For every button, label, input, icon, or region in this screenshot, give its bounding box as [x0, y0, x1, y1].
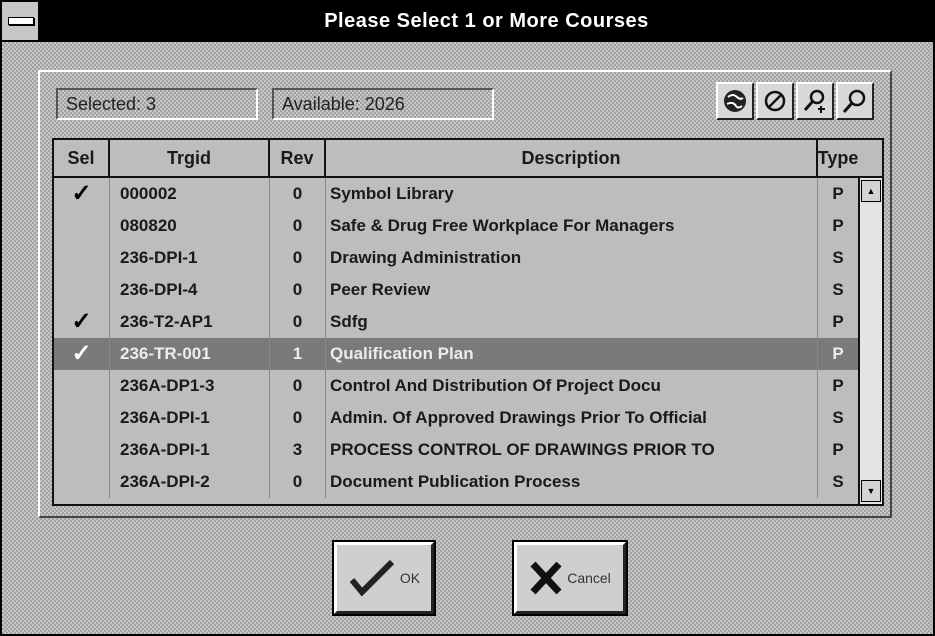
checkmark-icon: ✓ — [71, 180, 92, 207]
description-cell: Symbol Library — [326, 178, 818, 210]
table-row[interactable]: ✓ 236-TR-001 1 Qualification Plan P — [54, 338, 882, 370]
column-header-sel[interactable]: Sel — [54, 140, 110, 176]
description-cell: Drawing Administration — [326, 242, 818, 274]
vertical-scrollbar[interactable]: ▲ ▼ — [858, 178, 882, 504]
rev-cell: 0 — [270, 306, 326, 338]
trgid-cell: 236A-DPI-1 — [110, 402, 270, 434]
checkmark-icon: ✓ — [71, 340, 92, 367]
arrow-up-icon: ▲ — [866, 186, 876, 196]
type-cell: P — [832, 440, 844, 459]
cancel-button[interactable]: Cancel — [512, 540, 628, 616]
trgid-cell: 236-DPI-4 — [110, 274, 270, 306]
row-select-checkbox[interactable] — [54, 242, 110, 274]
row-select-checkbox[interactable]: ✓ — [54, 338, 110, 370]
cancel-x-icon — [530, 561, 562, 595]
globe-icon — [724, 90, 746, 112]
type-cell: P — [832, 376, 844, 395]
search-next-button[interactable] — [836, 82, 874, 120]
rev-cell: 0 — [270, 402, 326, 434]
type-cell: P — [832, 216, 844, 235]
rev-cell: 0 — [270, 370, 326, 402]
row-select-checkbox[interactable] — [54, 402, 110, 434]
row-select-checkbox[interactable] — [54, 370, 110, 402]
column-header-type[interactable]: Type — [818, 140, 858, 176]
trgid-cell: 236A-DPI-2 — [110, 466, 270, 498]
magnifier-plus-icon — [803, 89, 825, 113]
type-cell: S — [832, 280, 844, 299]
description-cell: Qualification Plan — [326, 338, 818, 370]
scroll-up-button[interactable]: ▲ — [861, 180, 881, 202]
type-cell: P — [832, 344, 844, 363]
search-button[interactable] — [796, 82, 834, 120]
rev-cell: 0 — [270, 178, 326, 210]
rev-cell: 0 — [270, 274, 326, 306]
table-row[interactable]: 236A-DP1-3 0 Control And Distribution Of P… — [54, 370, 882, 402]
course-grid: Sel Trgid Rev Description Type ✓ 000002 0 S… — [52, 138, 884, 506]
type-cell: S — [832, 408, 844, 427]
clear-selection-button[interactable] — [756, 82, 794, 120]
trgid-cell: 000002 — [110, 178, 270, 210]
selected-count: Selected: 3 — [56, 88, 258, 120]
select-all-button[interactable] — [716, 82, 754, 120]
magnifier-icon — [842, 89, 866, 113]
table-row[interactable]: 236A-DPI-1 0 Admin. Of Approved Drawings P… — [54, 402, 882, 434]
row-select-checkbox[interactable] — [54, 434, 110, 466]
row-select-checkbox[interactable] — [54, 274, 110, 306]
ok-label: OK — [399, 570, 421, 586]
course-panel: Selected: 3 Available: 2026 Sel Trgid Re… — [38, 70, 892, 518]
description-cell: Control And Distribution Of Project Docu — [326, 370, 818, 402]
checkmark-icon: ✓ — [71, 308, 92, 335]
table-row[interactable]: 236A-DPI-1 3 PROCESS CONTROL OF DRAWINGS P… — [54, 434, 882, 466]
rev-cell: 0 — [270, 210, 326, 242]
trgid-cell: 236A-DPI-1 — [110, 434, 270, 466]
type-cell: P — [832, 184, 844, 203]
description-cell: Safe & Drug Free Workplace For Managers — [326, 210, 818, 242]
table-row[interactable]: 236-DPI-4 0 Peer Review S — [54, 274, 882, 306]
table-row[interactable]: ✓ 236-T2-AP1 0 Sdfg P — [54, 306, 882, 338]
column-header-rev[interactable]: Rev — [270, 140, 326, 176]
description-cell: Document Publication Process — [326, 466, 818, 498]
column-header-trgid[interactable]: Trgid — [110, 140, 270, 176]
trgid-cell: 236-DPI-1 — [110, 242, 270, 274]
table-row[interactable]: ✓ 000002 0 Symbol Library P — [54, 178, 882, 210]
course-select-dialog: Please Select 1 or More Courses Selected… — [0, 0, 935, 636]
row-select-checkbox[interactable]: ✓ — [54, 306, 110, 338]
trgid-cell: 236A-DP1-3 — [110, 370, 270, 402]
system-menu-icon — [8, 17, 34, 25]
scroll-down-button[interactable]: ▼ — [861, 480, 881, 502]
title-bar[interactable]: Please Select 1 or More Courses — [2, 2, 933, 42]
description-cell: Sdfg — [326, 306, 818, 338]
rev-cell: 0 — [270, 242, 326, 274]
available-count: Available: 2026 — [272, 88, 494, 120]
column-header-description[interactable]: Description — [326, 140, 818, 176]
cancel-label: Cancel — [567, 570, 611, 586]
dialog-body: Selected: 3 Available: 2026 Sel Trgid Re… — [2, 42, 933, 634]
trgid-cell: 080820 — [110, 210, 270, 242]
table-row[interactable]: 080820 0 Safe & Drug Free Workplace For Ma… — [54, 210, 882, 242]
description-cell: Admin. Of Approved Drawings Prior To Off… — [326, 402, 818, 434]
grid-header: Sel Trgid Rev Description Type — [54, 140, 882, 178]
arrow-down-icon: ▼ — [866, 486, 876, 496]
trgid-cell: 236-TR-001 — [110, 338, 270, 370]
system-menu-button[interactable] — [2, 2, 40, 40]
trgid-cell: 236-T2-AP1 — [110, 306, 270, 338]
type-cell: P — [832, 312, 844, 331]
window-title: Please Select 1 or More Courses — [324, 10, 649, 32]
table-row[interactable]: 236A-DPI-2 0 Document Publication Process S — [54, 466, 882, 498]
rev-cell: 1 — [270, 338, 326, 370]
rev-cell: 3 — [270, 434, 326, 466]
type-cell: S — [832, 248, 844, 267]
row-select-checkbox[interactable]: ✓ — [54, 178, 110, 210]
row-select-checkbox[interactable] — [54, 210, 110, 242]
row-select-checkbox[interactable] — [54, 466, 110, 498]
description-cell: Peer Review — [326, 274, 818, 306]
table-row[interactable]: 236-DPI-1 0 Drawing Administration S — [54, 242, 882, 274]
description-cell: PROCESS CONTROL OF DRAWINGS PRIOR TO — [326, 434, 818, 466]
checkmark-icon — [349, 559, 394, 597]
ok-button[interactable]: OK — [332, 540, 436, 616]
rev-cell: 0 — [270, 466, 326, 498]
type-cell: S — [832, 472, 844, 491]
no-symbol-icon — [764, 90, 786, 112]
